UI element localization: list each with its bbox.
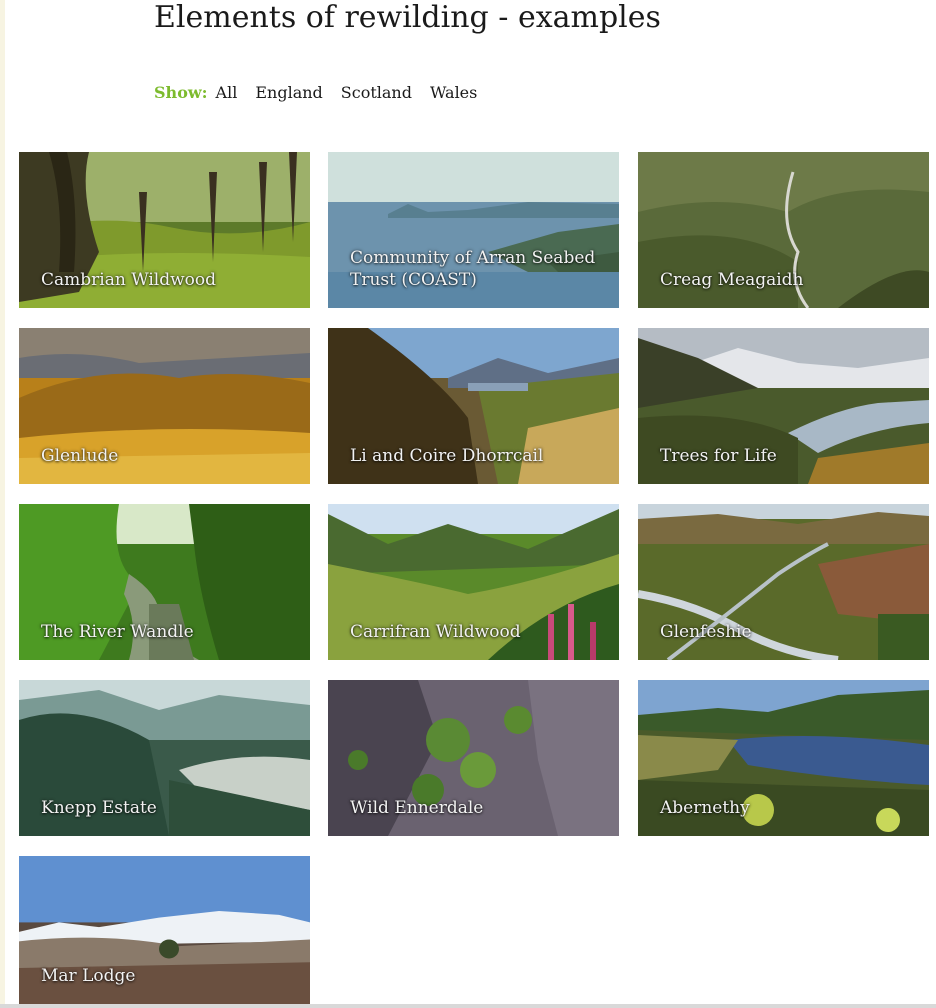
filter-label: Show: <box>154 82 208 102</box>
tile-label: Community of Arran Seabed Trust (COAST) <box>350 248 596 290</box>
tile-label: Trees for Life <box>660 446 777 466</box>
filter-bar: Show: All England Scotland Wales <box>154 80 495 104</box>
tile-label: Li and Coire Dhorrcail <box>350 446 544 466</box>
tile-label: Mar Lodge <box>41 966 136 986</box>
tile-carrifran-wildwood[interactable]: Carrifran Wildwood <box>328 504 619 660</box>
tile-creag-meagaidh[interactable]: Creag Meagaidh <box>638 152 929 308</box>
filter-scotland[interactable]: Scotland <box>341 83 412 102</box>
tile-cambrian-wildwood[interactable]: Cambrian Wildwood <box>19 152 310 308</box>
tile-label: Cambrian Wildwood <box>41 270 217 290</box>
page-title: Elements of rewilding - examples <box>154 0 661 35</box>
tile-glenfeshie[interactable]: Glenfeshie <box>638 504 929 660</box>
tile-knepp-estate[interactable]: Knepp Estate <box>19 680 310 836</box>
tile-label: The River Wandle <box>41 622 194 642</box>
bottom-divider <box>0 1004 936 1008</box>
tile-river-wandle[interactable]: The River Wandle <box>19 504 310 660</box>
tile-abernethy[interactable]: Abernethy <box>638 680 929 836</box>
tile-label: Glenlude <box>41 446 119 466</box>
tile-wild-ennerdale[interactable]: Wild Ennerdale <box>328 680 619 836</box>
left-edge-strip <box>0 0 5 1008</box>
tile-glenlude[interactable]: Glenlude <box>19 328 310 484</box>
tile-label: Abernethy <box>660 798 750 818</box>
tile-label: Creag Meagaidh <box>660 270 804 290</box>
tile-label: Glenfeshie <box>660 622 752 642</box>
tile-mar-lodge[interactable]: Mar Lodge <box>19 856 310 1004</box>
tile-label: Knepp Estate <box>41 798 157 818</box>
filter-all[interactable]: All <box>216 83 238 102</box>
tile-li-and-coire-dhorrcail[interactable]: Li and Coire Dhorrcail <box>328 328 619 484</box>
tile-label: Wild Ennerdale <box>350 798 484 818</box>
tile-arran-coast[interactable]: Community of Arran Seabed Trust (COAST) <box>328 152 619 308</box>
tile-trees-for-life[interactable]: Trees for Life <box>638 328 929 484</box>
filter-wales[interactable]: Wales <box>430 83 477 102</box>
tile-label: Carrifran Wildwood <box>350 622 521 642</box>
filter-england[interactable]: England <box>255 83 322 102</box>
